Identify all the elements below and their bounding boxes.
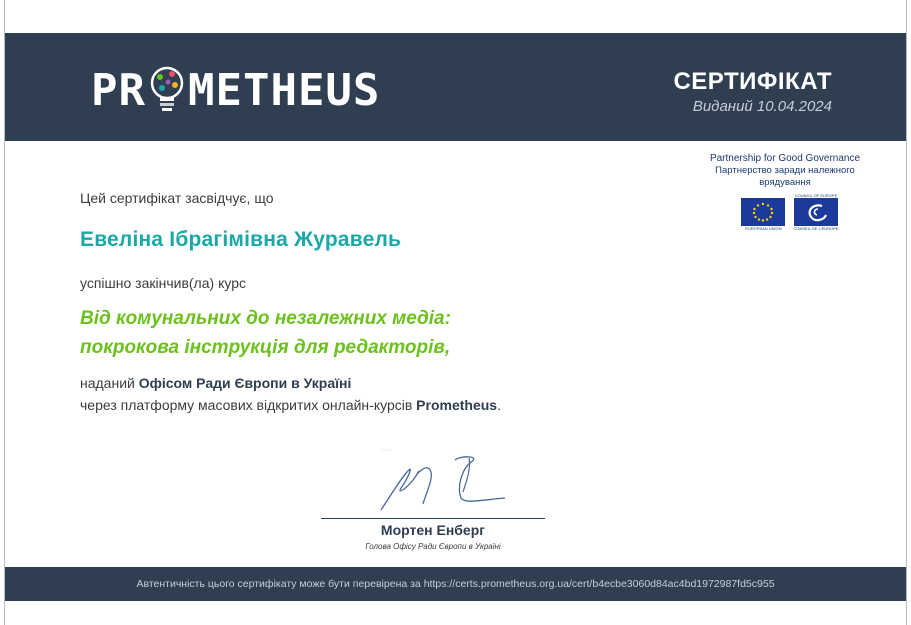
partnership-title-uk: Партнерство заради належного врядування: [715, 165, 855, 188]
provider-name: Офісом Ради Європи в Україні: [138, 375, 352, 391]
certificate-page: PR METHEUS СЕРТИФІКАТ Виданий 10.04.2024…: [4, 0, 907, 625]
signatory-role: Голова Офісу Ради Європи в Україні: [365, 542, 501, 551]
partnership-block: Partnership for Good Governance Партнерс…: [620, 153, 880, 232]
signature-line: [321, 518, 545, 519]
signatory-name: Мортен Енберг: [380, 522, 486, 538]
recipient-name: Евеліна Ібрагімівна Журавель: [80, 228, 402, 251]
certificate-title: СЕРТИФІКАТ: [673, 68, 832, 95]
platform-prefix: через платформу масових відкритих онлайн…: [80, 397, 417, 413]
prometheus-logo: PR METHEUS: [91, 61, 380, 121]
course-title: Від комунальних до незалежних медіа: пок…: [80, 304, 451, 362]
certifies-text: Цей сертифікат засвідчує, що: [80, 190, 274, 206]
platform-suffix: .: [497, 397, 501, 413]
lightbulb-icon: [150, 66, 184, 111]
provider-line: наданий Офісом Ради Європи в Україні: [80, 372, 501, 394]
issue-date: Виданий 10.04.2024: [692, 98, 832, 115]
eu-flag: EUROPEAN UNION: [741, 193, 786, 232]
partnership-title-en: Partnership for Good Governance: [709, 153, 861, 164]
certificate-header: PR METHEUS СЕРТИФІКАТ Виданий 10.04.2024: [5, 33, 906, 141]
coe-caption: CONSEIL DE L'EUROPE: [793, 226, 839, 231]
platform-line: через платформу масових відкритих онлайн…: [80, 394, 501, 416]
platform-name: Prometheus: [416, 397, 498, 413]
course-title-line-1: Від комунальних до незалежних медіа:: [80, 308, 451, 329]
provider-text: наданий Офісом Ради Європи в Україні чер…: [80, 372, 501, 416]
eu-flag-icon: [741, 198, 786, 226]
coe-flag: COUNCIL OF EUROPE CONSEIL DE L'EUROPE: [793, 193, 838, 232]
verification-text: Автентичність цього сертифікату може бут…: [136, 578, 775, 590]
logo-text-right: METHEUS: [187, 65, 381, 116]
council-of-europe-icon: [793, 198, 838, 226]
eu-caption: EUROPEAN UNION: [745, 226, 782, 231]
provided-prefix: наданий: [80, 375, 139, 391]
certificate-title-block: СЕРТИФІКАТ Виданий 10.04.2024: [673, 67, 832, 117]
completed-text: успішно закінчив(ла) курс: [80, 275, 246, 291]
handwritten-signature: [380, 449, 506, 511]
signature-block: Мортен Енберг Голова Офісу Ради Європи в…: [321, 440, 545, 558]
verification-footer: Автентичність цього сертифікату може бут…: [5, 567, 906, 601]
course-title-line-2: покрокова інструкція для редакторів,: [80, 337, 451, 358]
logo-text-left: PR: [91, 65, 146, 116]
partner-flags: EUROPEAN UNION COUNCIL OF EUROPE CONSEIL…: [700, 193, 880, 232]
